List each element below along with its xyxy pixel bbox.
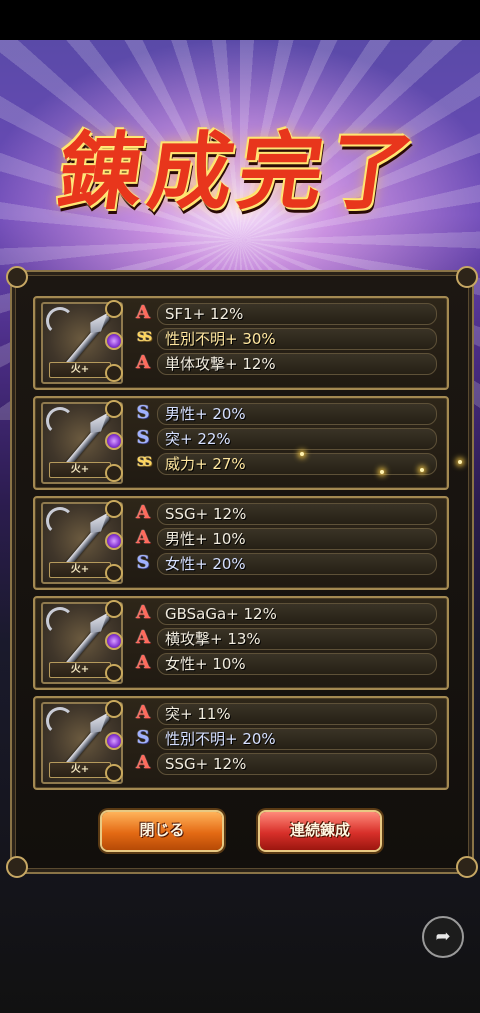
panel-corner-ornament [456, 266, 478, 288]
stat-row: A SSG+ 12% [131, 502, 437, 525]
weapon-result-card-3: 火+ A SSG+ 12% A 男性+ 10% S 女性+ 20% [33, 496, 449, 590]
stat-row: A SSG+ 12% [131, 752, 437, 775]
share-icon[interactable]: ➦ [422, 916, 464, 958]
rank-ss-icon: SS [136, 455, 153, 470]
sparkle-effect [420, 468, 424, 472]
rank-a-icon: A [136, 352, 150, 373]
stat-text: 女性+ 20% [165, 555, 246, 573]
slot-gem-icon [105, 364, 123, 382]
weapon-result-card-4: 火+ A GBSaGa+ 12% A 横攻撃+ 13% A 女性+ 10% [33, 596, 449, 690]
stat-text: 女性+ 10% [165, 655, 246, 673]
stat-text: 性別不明+ 20% [165, 730, 276, 748]
stat-row: A SF1+ 12% [131, 302, 437, 325]
element-tag: 火+ [49, 662, 111, 678]
rank-s-icon: S [136, 727, 150, 748]
stat-row: A 女性+ 10% [131, 652, 437, 675]
rank-a-icon: A [136, 702, 150, 723]
panel-corner-ornament [6, 856, 28, 878]
weapon-result-card-1: 火+ A SF1+ 12% SS 性別不明+ 30% A 単体攻撃+ 12% [33, 296, 449, 390]
stat-row: A GBSaGa+ 12% [131, 602, 437, 625]
stat-text: SSG+ 12% [165, 504, 247, 523]
continuous-refine-button[interactable]: 連続錬成 [260, 812, 380, 850]
panel-corner-ornament [6, 266, 28, 288]
stat-row: A 男性+ 10% [131, 527, 437, 550]
stat-row: A 単体攻撃+ 12% [131, 352, 437, 375]
rank-ss-icon: SS [136, 330, 153, 345]
page-title: 錬成完了 [52, 121, 427, 221]
purple-gem-icon [105, 332, 123, 350]
element-tag: 火+ [49, 762, 111, 778]
stat-text: 単体攻撃+ 12% [165, 355, 276, 373]
rank-a-icon: A [136, 627, 150, 648]
sparkle-effect [300, 452, 304, 456]
hook-icon [46, 707, 74, 735]
element-tag: 火+ [49, 362, 111, 378]
status-bar [0, 0, 480, 40]
slot-gem-icon [105, 600, 123, 618]
stat-text: GBSaGa+ 12% [165, 604, 277, 623]
close-button[interactable]: 閉じる [102, 812, 222, 850]
element-tag: 火+ [49, 462, 111, 478]
slot-gem-icon [105, 400, 123, 418]
stat-row: SS 威力+ 27% [131, 453, 437, 475]
sparkle-effect [458, 460, 462, 464]
rank-s-icon: S [136, 427, 150, 448]
slot-gem-icon [105, 664, 123, 682]
rank-s-icon: S [136, 552, 150, 573]
hook-icon [46, 307, 74, 335]
stat-row: A 横攻撃+ 13% [131, 627, 437, 650]
purple-gem-icon [105, 432, 123, 450]
rank-a-icon: A [136, 527, 150, 548]
slot-gem-icon [105, 500, 123, 518]
weapon-result-card-5: 火+ A 突+ 11% S 性別不明+ 20% A SSG+ 12% [33, 696, 449, 790]
slot-gem-icon [105, 764, 123, 782]
slot-gem-icon [105, 700, 123, 718]
stat-text: 性別不明+ 30% [165, 330, 276, 348]
stat-row: S 突+ 22% [131, 427, 437, 450]
element-tag: 火+ [49, 562, 111, 578]
rank-s-icon: S [136, 402, 150, 423]
stat-row: A 突+ 11% [131, 702, 437, 725]
hook-icon [46, 607, 74, 635]
rank-a-icon: A [136, 602, 150, 623]
rank-a-icon: A [136, 502, 150, 523]
purple-gem-icon [105, 732, 123, 750]
purple-gem-icon [105, 532, 123, 550]
stat-text: 男性+ 10% [165, 530, 246, 548]
stat-row: S 男性+ 20% [131, 402, 437, 425]
slot-gem-icon [105, 464, 123, 482]
hook-icon [46, 407, 74, 435]
stat-text: 突+ 11% [165, 705, 231, 723]
stat-row: S 女性+ 20% [131, 552, 437, 575]
panel-corner-ornament [456, 856, 478, 878]
stat-text: 横攻撃+ 13% [165, 630, 261, 648]
rank-a-icon: A [136, 302, 150, 323]
stat-text: 男性+ 20% [165, 405, 246, 423]
weapon-result-card-2: 火+ S 男性+ 20% S 突+ 22% SS 威力+ 27% [33, 396, 449, 490]
rank-a-icon: A [136, 652, 150, 673]
title-banner: 錬成完了 [30, 100, 450, 230]
stat-text: 威力+ 27% [165, 455, 246, 473]
stat-row: S 性別不明+ 20% [131, 727, 437, 750]
stat-text: SF1+ 12% [165, 304, 244, 323]
slot-gem-icon [105, 564, 123, 582]
sparkle-effect [380, 470, 384, 474]
slot-gem-icon [105, 300, 123, 318]
purple-gem-icon [105, 632, 123, 650]
stat-row: SS 性別不明+ 30% [131, 328, 437, 350]
rank-a-icon: A [136, 752, 150, 773]
stat-text: 突+ 22% [165, 430, 231, 448]
hook-icon [46, 507, 74, 535]
stat-text: SSG+ 12% [165, 754, 247, 773]
